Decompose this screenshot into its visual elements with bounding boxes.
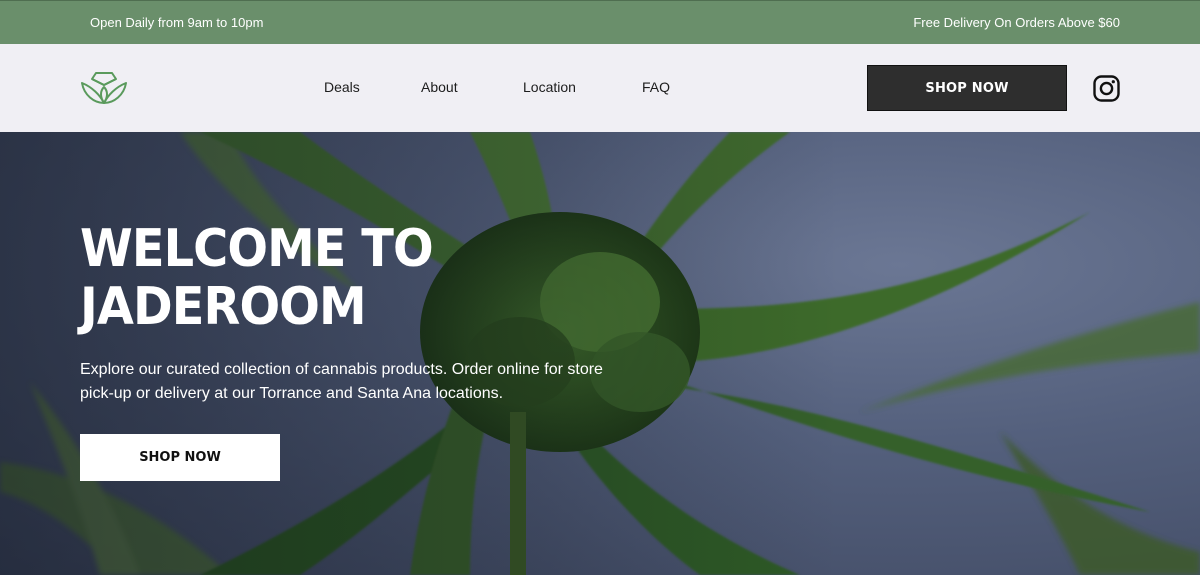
hero-title: WELCOME TO JADEROOM bbox=[80, 219, 434, 337]
header-shop-now-button[interactable]: SHOP NOW bbox=[867, 65, 1067, 111]
hero-description: Explore our curated collection of cannab… bbox=[80, 361, 603, 402]
announcement-bar: Open Daily from 9am to 10pm Free Deliver… bbox=[0, 0, 1200, 44]
site-header: Deals About Location FAQ SHOP NOW bbox=[0, 44, 1200, 132]
instagram-icon[interactable] bbox=[1093, 75, 1120, 102]
nav-deals-link[interactable]: Deals bbox=[324, 79, 360, 95]
nav-faq-link[interactable]: FAQ bbox=[642, 79, 670, 95]
hero-section: WELCOME TO JADEROOM Explore our curated … bbox=[0, 132, 1200, 575]
free-delivery-text: Free Delivery On Orders Above $60 bbox=[913, 15, 1120, 30]
hero-shop-now-button[interactable]: SHOP NOW bbox=[80, 434, 280, 481]
nav-location-link[interactable]: Location bbox=[523, 79, 576, 95]
lotus-diamond-logo[interactable] bbox=[80, 71, 128, 105]
store-hours-text: Open Daily from 9am to 10pm bbox=[90, 15, 264, 30]
nav-about-link[interactable]: About bbox=[421, 79, 458, 95]
hero-overlay bbox=[0, 132, 1200, 575]
